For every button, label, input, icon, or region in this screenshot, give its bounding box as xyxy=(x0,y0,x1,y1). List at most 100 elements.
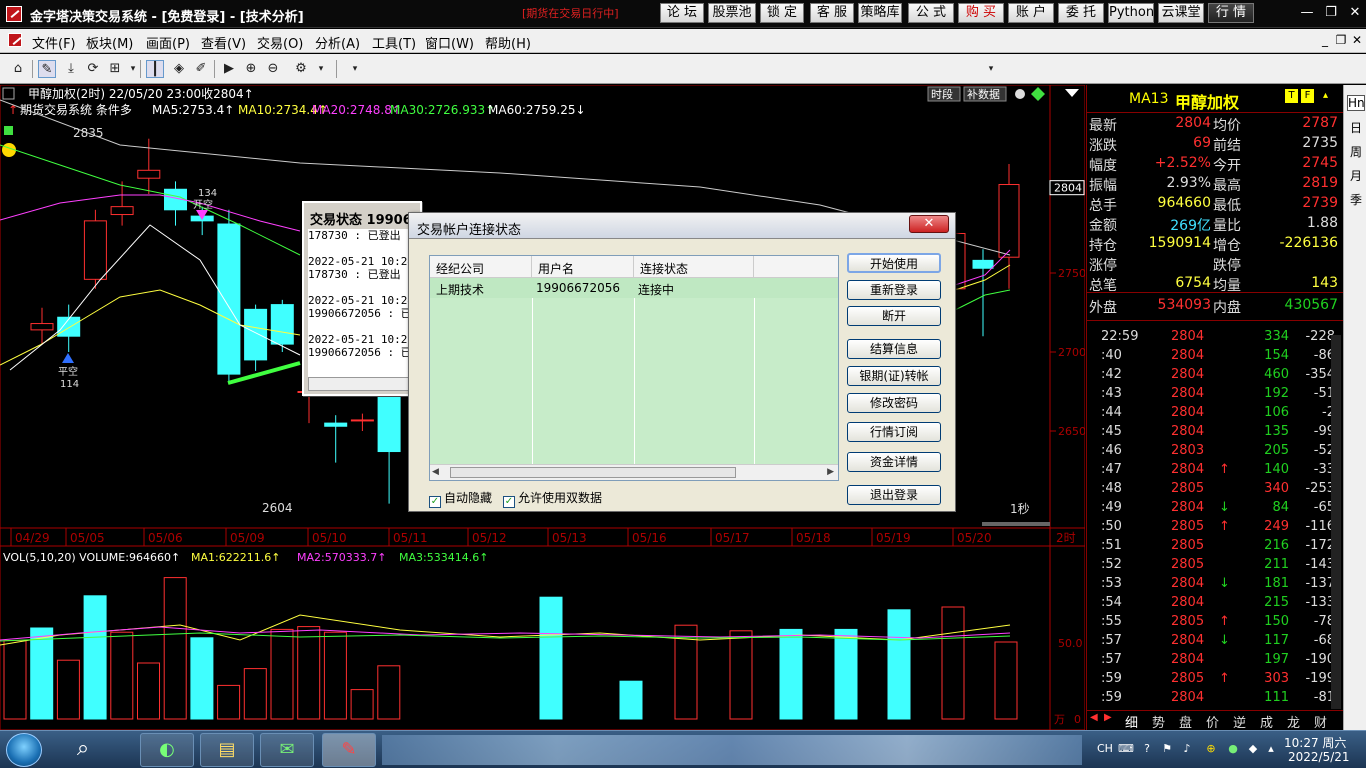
download-icon[interactable]: ⤓ xyxy=(62,60,80,78)
show-hidden-icons[interactable]: ▴ xyxy=(1264,742,1278,756)
menu-item-6[interactable]: 工具(T) xyxy=(372,33,416,52)
draw-pen-icon[interactable]: ✎ xyxy=(38,60,56,78)
layout-grid-icon[interactable]: ⊞ xyxy=(106,60,124,78)
period-tab-3[interactable]: 月 xyxy=(1347,167,1365,184)
quote-tab-7[interactable]: 财 xyxy=(1314,712,1327,731)
col-status[interactable]: 连接状态 xyxy=(634,256,754,278)
dialog-title-bar[interactable]: 交易帐户连接状态 ✕ xyxy=(409,213,955,239)
scroll-right-icon[interactable]: ▶ xyxy=(827,467,834,477)
quote-tab-0[interactable]: 细 xyxy=(1125,712,1138,731)
play-icon[interactable]: ▶ xyxy=(220,60,238,78)
top-btn-9[interactable]: Python xyxy=(1108,3,1154,23)
clock-date[interactable]: 2022/5/21 xyxy=(1288,750,1350,764)
account-list[interactable]: 经纪公司 用户名 连接状态 上期技术 19906672056 连接中 ◀ ▶ xyxy=(429,255,839,481)
account-list-scrollbar[interactable]: ◀ ▶ xyxy=(430,464,838,480)
col-username[interactable]: 用户名 xyxy=(532,256,634,278)
wechat-icon[interactable]: ✉ xyxy=(260,733,314,767)
settings-dropdown-icon[interactable]: ▾ xyxy=(312,60,330,78)
top-btn-3[interactable]: 客 服 xyxy=(810,3,854,23)
trade-status-scrollbar[interactable] xyxy=(308,377,416,391)
tick-scrollbar[interactable] xyxy=(1331,335,1341,709)
dialog-btn-4[interactable]: 银期(证)转帐 xyxy=(847,366,941,386)
mdi-close-icon[interactable]: ✕ xyxy=(1350,33,1364,47)
scroll-left-icon[interactable]: ◀ xyxy=(432,467,439,477)
top-btn-11[interactable]: 行 情 xyxy=(1208,3,1254,23)
menu-item-7[interactable]: 窗口(W) xyxy=(425,33,474,52)
top-btn-5[interactable]: 公 式 xyxy=(908,3,954,23)
quote-tab-5[interactable]: 成 xyxy=(1260,712,1273,731)
zoom-in-icon[interactable]: ⊕ xyxy=(242,60,260,78)
quote-tab-1[interactable]: 势 xyxy=(1152,712,1165,731)
top-btn-1[interactable]: 股票池 xyxy=(708,3,756,23)
more-dropdown-icon[interactable]: ▾ xyxy=(346,60,364,78)
top-btn-6[interactable]: 购 买 xyxy=(958,3,1004,23)
period-tab-0[interactable]: Hn xyxy=(1347,95,1365,111)
start-button[interactable] xyxy=(6,733,42,767)
tab-next-icon[interactable]: ▶ xyxy=(1104,712,1112,723)
dialog-btn-1[interactable]: 重新登录 xyxy=(847,280,941,300)
menu-item-8[interactable]: 帮助(H) xyxy=(485,33,531,52)
dialog-btn-6[interactable]: 行情订阅 xyxy=(847,422,941,442)
menu-item-5[interactable]: 分析(A) xyxy=(315,33,360,52)
f-icon[interactable]: F xyxy=(1301,89,1314,103)
minimize-icon[interactable]: — xyxy=(1298,4,1316,22)
home-icon[interactable]: ⌂ xyxy=(9,60,27,78)
quote-tab-6[interactable]: 龙 xyxy=(1287,712,1300,731)
dialog-btn-7[interactable]: 资金详情 xyxy=(847,452,941,472)
folder-icon[interactable]: ▤ xyxy=(200,733,254,767)
col-broker[interactable]: 经纪公司 xyxy=(430,256,532,278)
lang-indicator[interactable]: CH xyxy=(1097,742,1113,755)
top-btn-2[interactable]: 锁 定 xyxy=(760,3,804,23)
volume-icon[interactable]: ♪ xyxy=(1180,742,1194,756)
t-icon[interactable]: T xyxy=(1285,89,1298,103)
edit-icon[interactable]: ✐ xyxy=(192,60,210,78)
keyboard-icon[interactable]: ⌨ xyxy=(1118,742,1134,756)
expand-icon[interactable]: ▴ xyxy=(1319,89,1332,103)
flag-icon[interactable]: ⚑ xyxy=(1160,742,1174,756)
dialog-btn-3[interactable]: 结算信息 xyxy=(847,339,941,359)
auto-hide-checkbox[interactable]: ✓ 自动隐藏 xyxy=(429,489,492,508)
candle-chart-icon[interactable]: ┃ xyxy=(146,60,164,78)
settings-icon[interactable]: ⚙ xyxy=(292,60,310,78)
maximize-icon[interactable]: ❐ xyxy=(1322,4,1340,22)
account-row[interactable]: 上期技术 19906672056 连接中 xyxy=(430,278,838,298)
clock-time[interactable]: 10:27 周六 xyxy=(1284,734,1346,751)
dialog-btn-0[interactable]: 开始使用 xyxy=(847,253,941,273)
menu-item-4[interactable]: 交易(O) xyxy=(257,33,303,52)
top-btn-10[interactable]: 云课堂 xyxy=(1158,3,1204,23)
browser-icon[interactable]: ◐ xyxy=(140,733,194,767)
period-tab-1[interactable]: 日 xyxy=(1347,119,1365,136)
refresh-icon[interactable]: ⟳ xyxy=(84,60,102,78)
dual-data-checkbox[interactable]: ✓ 允许使用双数据 xyxy=(503,489,602,508)
period-tab-2[interactable]: 周 xyxy=(1347,143,1365,160)
top-btn-7[interactable]: 账 户 xyxy=(1008,3,1054,23)
close-icon[interactable]: ✕ xyxy=(1346,4,1364,22)
menu-item-2[interactable]: 画面(P) xyxy=(146,33,190,52)
quote-tab-2[interactable]: 盘 xyxy=(1179,712,1192,731)
scroll-thumb[interactable] xyxy=(450,467,736,478)
help-icon[interactable]: ? xyxy=(1140,742,1154,756)
trade-status-dialog[interactable]: 交易状态 19906 178730 : 已登出 2022-05-21 10:24:… xyxy=(302,201,422,396)
zoom-out-icon[interactable]: ⊖ xyxy=(264,60,282,78)
dialog-close-button[interactable]: ✕ xyxy=(909,215,949,233)
menu-item-0[interactable]: 文件(F) xyxy=(32,33,76,52)
top-btn-4[interactable]: 策略库 xyxy=(858,3,902,23)
menu-item-3[interactable]: 查看(V) xyxy=(201,33,246,52)
quote-tab-3[interactable]: 价 xyxy=(1206,712,1219,731)
dialog-btn-2[interactable]: 断开 xyxy=(847,306,941,326)
dialog-btn-5[interactable]: 修改密码 xyxy=(847,393,941,413)
diamond-icon[interactable]: ◈ xyxy=(170,60,188,78)
top-btn-8[interactable]: 委 托 xyxy=(1058,3,1104,23)
dialog-btn-8[interactable]: 退出登录 xyxy=(847,485,941,505)
tray-wechat-icon[interactable]: ● xyxy=(1226,742,1240,756)
quote-tab-4[interactable]: 逆 xyxy=(1233,712,1246,731)
top-btn-0[interactable]: 论 坛 xyxy=(660,3,704,23)
mdi-minimize-icon[interactable]: _ xyxy=(1318,33,1332,47)
tray-plus-icon[interactable]: ⊕ xyxy=(1204,742,1218,756)
period-tab-4[interactable]: 季 xyxy=(1347,191,1365,208)
app-taskbar-icon[interactable]: ✎ xyxy=(322,733,376,767)
mdi-restore-icon[interactable]: ❐ xyxy=(1334,33,1348,47)
tray-app-icon[interactable]: ◆ xyxy=(1246,742,1260,756)
menu-item-1[interactable]: 板块(M) xyxy=(86,33,133,52)
search-icon[interactable]: ⌕ xyxy=(56,733,110,767)
